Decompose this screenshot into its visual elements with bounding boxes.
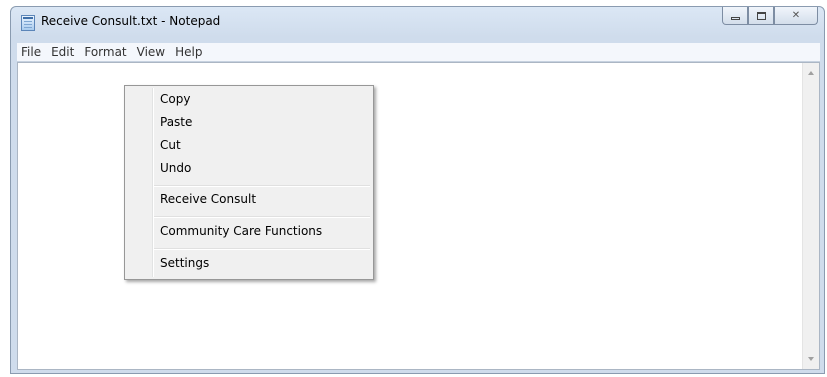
maximize-button[interactable] <box>748 7 774 25</box>
menu-help[interactable]: Help <box>171 45 206 59</box>
context-menu-copy[interactable]: Copy <box>160 92 190 106</box>
context-menu-community-care[interactable]: Community Care Functions <box>160 224 322 238</box>
maximize-icon <box>756 11 766 20</box>
vertical-scrollbar[interactable] <box>802 63 819 369</box>
menu-separator <box>154 185 370 187</box>
scroll-down-icon[interactable] <box>808 357 814 361</box>
minimize-button[interactable] <box>722 7 748 25</box>
context-menu-settings[interactable]: Settings <box>160 256 209 270</box>
menu-format[interactable]: Format <box>80 45 130 59</box>
context-menu-receive-consult[interactable]: Receive Consult <box>160 192 256 206</box>
minimize-icon <box>730 16 740 20</box>
context-menu-undo[interactable]: Undo <box>160 161 191 175</box>
menu-separator <box>154 248 370 250</box>
menu-view[interactable]: View <box>133 45 169 59</box>
window-title: Receive Consult.txt - Notepad <box>41 14 221 28</box>
scroll-up-icon[interactable] <box>808 71 814 75</box>
notepad-icon <box>21 15 35 31</box>
context-menu: Copy Paste Cut Undo Receive Consult Comm… <box>124 85 374 280</box>
caption-buttons: ✕ <box>722 7 818 27</box>
title-bar[interactable]: Receive Consult.txt - Notepad ✕ <box>11 7 824 37</box>
menu-file[interactable]: File <box>17 45 45 59</box>
menu-separator <box>154 216 370 218</box>
context-menu-cut[interactable]: Cut <box>160 138 181 152</box>
menu-bar: File Edit Format View Help <box>17 43 820 62</box>
close-button[interactable]: ✕ <box>774 7 818 25</box>
close-icon: ✕ <box>791 10 801 21</box>
context-menu-paste[interactable]: Paste <box>160 115 192 129</box>
menu-edit[interactable]: Edit <box>47 45 78 59</box>
